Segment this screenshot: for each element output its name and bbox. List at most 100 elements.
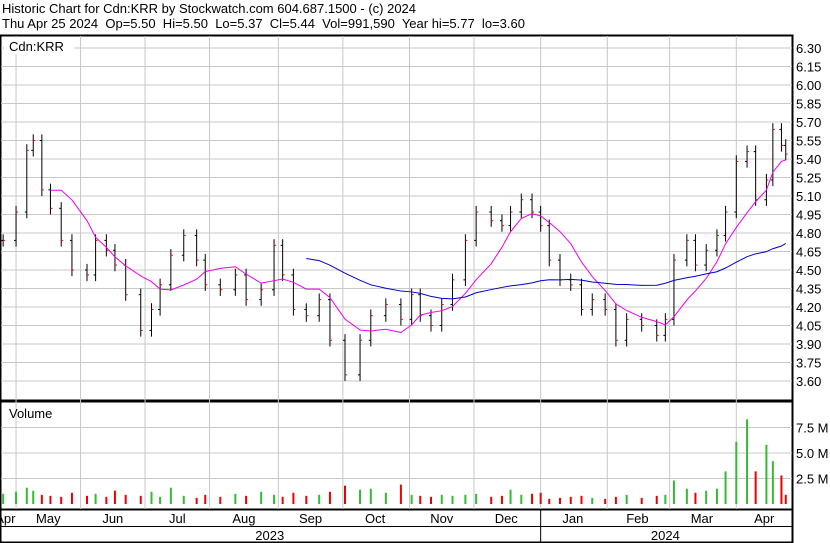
price-panel-frame [0,34,794,402]
volume-bar [70,492,73,504]
chart-svg: 6.30 6.15 6.00 5.85 5.70 5.55 5.40 5.25 5.10 4.95… [0,34,829,543]
volume-bar [430,496,432,504]
volume-bar [440,494,443,504]
price-tick-label: 5.70 [796,115,821,130]
volume-bar [113,490,116,504]
volume-bar [410,494,413,504]
volume-bar [771,461,774,504]
volume-bar [780,475,783,504]
volume-bar [25,487,28,504]
volume-bar [273,494,276,504]
month-label: Jun [102,511,123,526]
volume-bar [754,471,757,504]
month-label: Oct [365,511,386,526]
volume-bar [500,495,503,504]
price-tick-label: 4.50 [796,263,821,278]
volume-bar [234,493,237,504]
volume-bar [531,493,534,504]
month-label: Apr [0,511,16,526]
volume-tick-label: 7.5 M [796,421,829,436]
price-tick-label: 6.15 [796,60,821,75]
volume-bar [640,497,643,504]
volume-bar [548,498,551,504]
price-tick-label: 4.95 [796,208,821,223]
volume-bar [344,485,346,504]
volume-bar [591,497,594,504]
volume-bar [451,495,454,504]
volume-bar [475,493,478,504]
volume-bars [2,419,787,504]
volume-bar [124,494,127,504]
month-label: May [36,511,61,526]
volume-bar [359,489,362,504]
volume-bar [40,494,43,504]
price-tick-label: 3.75 [796,356,821,371]
volume-bar [569,496,572,504]
volume-tick-label: 2.5 M [796,472,829,487]
volume-bar [539,492,542,504]
volume-bar [292,492,295,504]
price-tick-label: 3.90 [796,337,821,352]
volume-bar [520,494,523,504]
volume-bar [195,497,198,504]
month-label: Sep [299,511,322,526]
gridlines [1,36,792,509]
volume-bar [614,496,617,504]
volume-bar [399,484,402,504]
volume-bar [105,496,108,504]
volume-bar [260,491,263,504]
volume-bar [625,494,628,504]
volume-label: Volume [9,406,52,421]
price-tick-label: 6.00 [796,78,821,93]
volume-bar [94,493,97,504]
volume-bar [245,495,248,504]
month-label: Apr [754,511,775,526]
volume-bar [724,471,727,504]
month-label: Aug [232,511,255,526]
year-label: 2024 [651,528,680,543]
price-tick-label: 4.80 [796,226,821,241]
volume-bar [746,419,749,504]
volume-bar [15,491,18,504]
month-label: Nov [430,511,454,526]
price-tick-label: 6.30 [796,41,821,56]
price-tick-label: 5.40 [796,152,821,167]
volume-bar [305,495,308,504]
volume-bar [784,494,787,504]
volume-bar [490,496,493,504]
price-tick-label: 5.10 [796,189,821,204]
volume-bar [281,496,284,504]
volume-bar [672,480,675,504]
volume-bar [559,497,561,504]
price-tick-label: 4.65 [796,245,821,260]
volume-bar [60,496,63,504]
month-label: Feb [626,511,648,526]
price-tick-label: 4.20 [796,300,821,315]
volume-bar [419,495,422,504]
volume-bar [735,441,738,504]
volume-bar [580,495,583,504]
volume-bar [182,495,185,504]
price-tick-label: 5.25 [796,171,821,186]
volume-bar [765,444,768,504]
volume-bar [219,496,222,504]
volume-bar [86,495,88,504]
stock-chart: Historic Chart for Cdn:KRR by Stockwatch… [0,0,830,543]
volume-bar [159,496,162,504]
volume-tick-label: 5.0 M [796,446,829,461]
price-tick-label: 4.05 [796,319,821,334]
month-label: Mar [691,511,714,526]
volume-bar [328,491,331,504]
symbol-label: Cdn:KRR [9,39,64,54]
price-tick-label: 5.85 [796,97,821,112]
volume-bar [2,493,5,504]
month-label: Dec [495,511,519,526]
month-label: Jan [562,511,583,526]
volume-bar [369,488,372,504]
price-tick-label: 3.60 [796,374,821,389]
year-label: 2023 [255,528,284,543]
volume-bar [715,488,718,504]
volume-bar [169,487,172,504]
volume-bar [705,490,708,504]
volume-bar [655,495,658,504]
